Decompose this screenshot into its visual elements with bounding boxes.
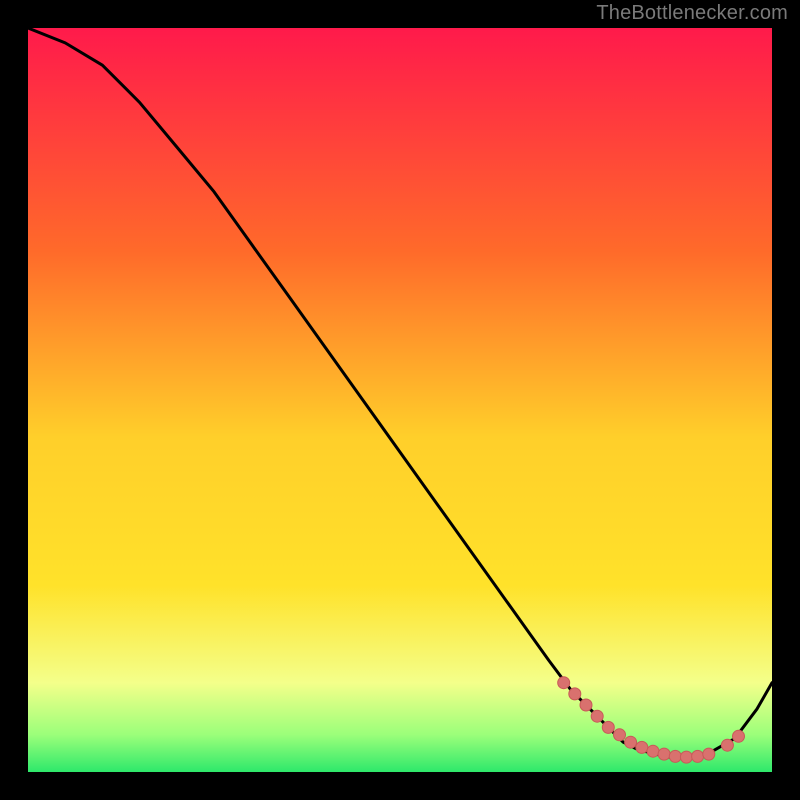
data-marker <box>636 741 648 753</box>
watermark-label: TheBottlenecker.com <box>596 2 788 25</box>
data-marker <box>669 750 681 762</box>
data-marker <box>558 677 570 689</box>
data-marker <box>614 729 626 741</box>
data-marker <box>721 739 733 751</box>
plot-area <box>28 28 772 772</box>
data-marker <box>625 736 637 748</box>
chart-frame: TheBottlenecker.com <box>0 0 800 800</box>
data-marker <box>647 745 659 757</box>
data-marker <box>569 688 581 700</box>
gradient-background <box>28 28 772 772</box>
data-marker <box>591 710 603 722</box>
data-marker <box>580 699 592 711</box>
data-marker <box>692 750 704 762</box>
data-marker <box>733 730 745 742</box>
bottleneck-chart <box>28 28 772 772</box>
data-marker <box>680 751 692 763</box>
data-marker <box>602 721 614 733</box>
data-marker <box>703 748 715 760</box>
data-marker <box>658 748 670 760</box>
